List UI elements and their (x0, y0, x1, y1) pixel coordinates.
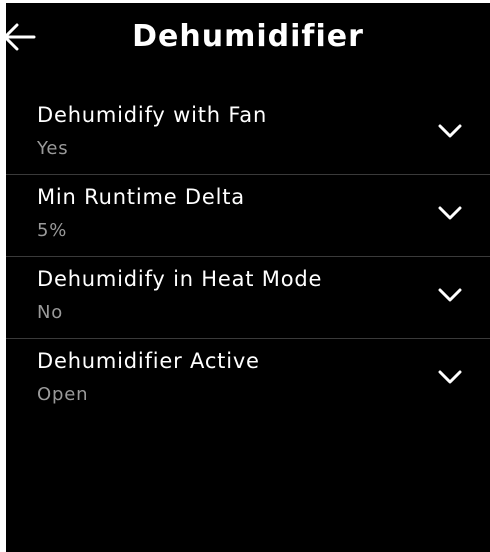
header: Dehumidifier (6, 3, 490, 69)
setting-value: 5% (37, 220, 68, 241)
setting-value: Yes (37, 138, 69, 159)
setting-label: Min Runtime Delta (37, 185, 245, 209)
setting-dehumidify-in-heat-mode[interactable]: Dehumidify in Heat Mode No (6, 257, 490, 339)
setting-dehumidify-with-fan[interactable]: Dehumidify with Fan Yes (6, 93, 490, 175)
setting-min-runtime-delta[interactable]: Min Runtime Delta 5% (6, 175, 490, 257)
chevron-down-icon[interactable] (438, 123, 462, 139)
dehumidifier-screen: Dehumidifier Dehumidify with Fan Yes Min… (6, 3, 490, 552)
setting-value: No (37, 302, 64, 323)
chevron-down-icon[interactable] (438, 205, 462, 221)
chevron-down-icon[interactable] (438, 287, 462, 303)
setting-label: Dehumidifier Active (37, 349, 260, 373)
chevron-down-icon[interactable] (438, 369, 462, 385)
setting-label: Dehumidify with Fan (37, 103, 268, 127)
settings-list: Dehumidify with Fan Yes Min Runtime Delt… (6, 93, 490, 420)
page-title: Dehumidifier (132, 19, 364, 54)
setting-dehumidifier-active[interactable]: Dehumidifier Active Open (6, 339, 490, 420)
setting-value: Open (37, 384, 89, 405)
setting-label: Dehumidify in Heat Mode (37, 267, 323, 291)
